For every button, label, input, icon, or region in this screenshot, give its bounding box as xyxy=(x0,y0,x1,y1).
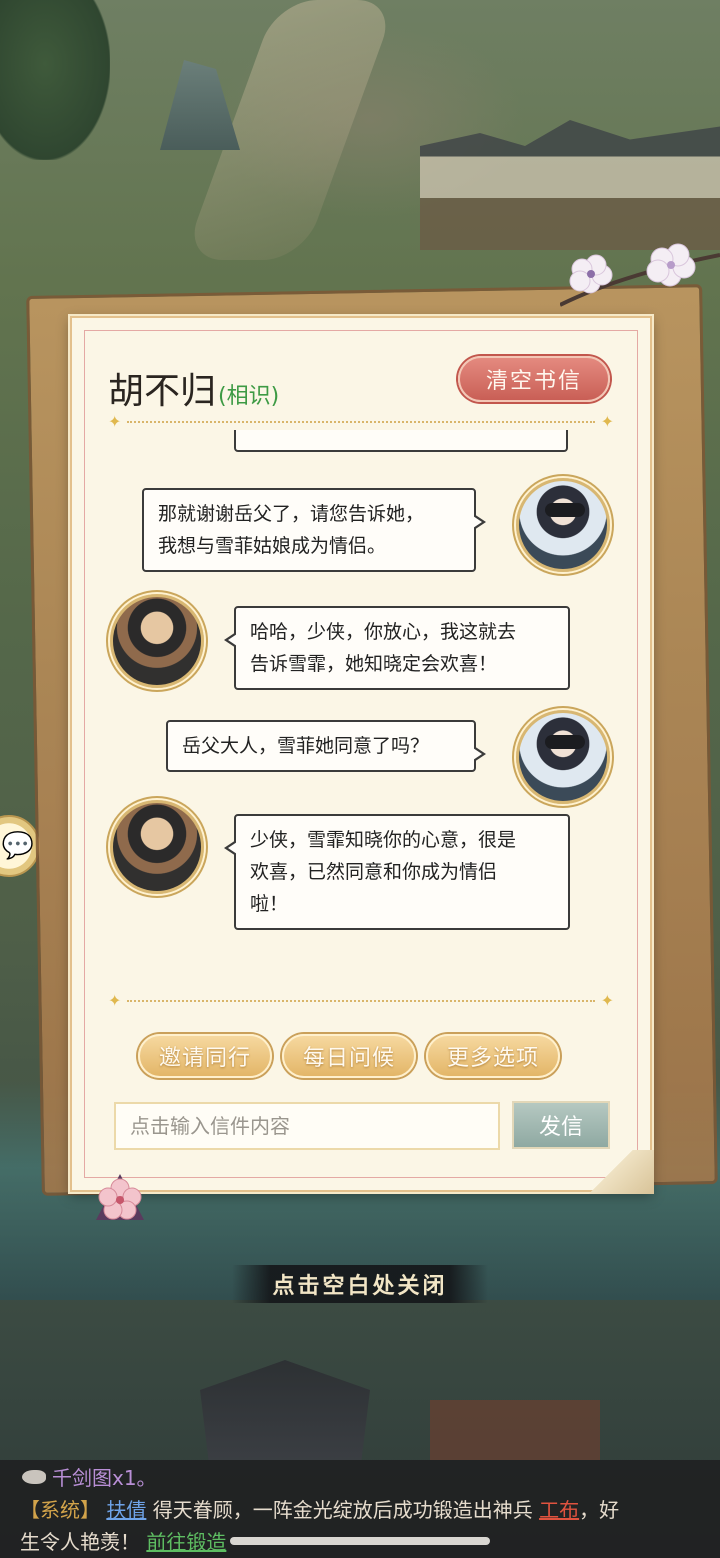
message-line: 少侠，雪霏知晓你的心意，很是 xyxy=(250,829,517,851)
home-indicator-bar[interactable] xyxy=(230,1537,490,1545)
message-line: 哈哈，少侠，你放心，我这就去 xyxy=(250,621,517,643)
plum-blossom-icon xyxy=(96,1174,144,1220)
previous-reward-text: 千剑图x1。 xyxy=(52,1466,157,1490)
message-bubble-player: 岳父大人，雪菲她同意了吗？ xyxy=(166,720,486,772)
invite-travel-button[interactable]: 邀请同行 xyxy=(138,1034,272,1078)
bottom-divider: ✦ ✦ xyxy=(108,991,614,1010)
masked-hero-avatar-icon xyxy=(545,503,585,517)
message-line: 那就谢谢岳父了，请您告诉她， xyxy=(158,503,425,525)
sparkle-icon: ✦ xyxy=(600,412,614,431)
system-tag: 【系统】 xyxy=(20,1498,100,1522)
fish-icon xyxy=(22,1470,46,1484)
bearded-swordsman-avatar-icon xyxy=(139,619,179,633)
message-line: 岳父大人，雪菲她同意了吗？ xyxy=(182,735,430,757)
message-bubble-npc: 少侠，雪霏知晓你的心意，很是 欢喜，已然同意和你成为情侣 啦！ xyxy=(224,814,570,930)
chat-bubble-icon: 💬 xyxy=(1,831,35,861)
tap-blank-to-close-hint[interactable]: 点击空白处关闭 xyxy=(232,1265,488,1303)
system-message-text: 得天眷顾，一阵金光绽放后成功锻造出神兵 xyxy=(152,1498,533,1522)
masked-hero-avatar-icon xyxy=(545,735,585,749)
village-buildings-scenery xyxy=(420,120,720,250)
goto-forge-link[interactable]: 前往锻造 xyxy=(146,1530,226,1554)
contact-name: 胡不归 xyxy=(108,371,217,412)
send-letter-button[interactable]: 发信 xyxy=(512,1101,610,1149)
gate-scenery xyxy=(430,1400,600,1460)
rock-scenery xyxy=(160,60,240,150)
message-list[interactable]: 那就谢谢岳父了，请您告诉她， 我想与雪菲姑娘成为情侣。 哈哈，少侠，你放心，我这… xyxy=(96,430,630,990)
top-divider: ✦ ✦ xyxy=(108,412,614,431)
system-log-message: 【系统】 扶倩 得天眷顾，一阵金光绽放后成功锻造出神兵 工布，好 xyxy=(20,1494,700,1526)
message-line: 欢喜，已然同意和你成为情侣 xyxy=(250,861,498,883)
clear-letters-button[interactable]: 清空书信 xyxy=(458,356,610,402)
player-name-link[interactable]: 扶倩 xyxy=(106,1498,146,1522)
tree-scenery xyxy=(0,0,110,160)
npc-avatar[interactable] xyxy=(110,594,204,688)
message-bubble-npc: 哈哈，少侠，你放心，我这就去 告诉雪霏，她知晓定会欢喜！ xyxy=(224,606,570,690)
letter-panel: 胡不归 (相识) 清空书信 ✦ ✦ 那就谢谢岳父了，请您告诉她， 我想与雪菲姑娘… xyxy=(70,316,654,1194)
npc-avatar[interactable] xyxy=(110,800,204,894)
player-avatar[interactable] xyxy=(516,478,610,572)
system-message-text: ，好 xyxy=(579,1498,620,1522)
weapon-name-link[interactable]: 工布 xyxy=(539,1498,579,1522)
more-options-button[interactable]: 更多选项 xyxy=(426,1034,560,1078)
message-line: 啦！ xyxy=(250,893,289,915)
system-log-previous-line: 千剑图x1。 xyxy=(20,1462,700,1494)
player-avatar[interactable] xyxy=(516,710,610,804)
letter-content-input[interactable] xyxy=(114,1102,500,1150)
message-line: 我想与雪菲姑娘成为情侣。 xyxy=(158,535,387,557)
relation-status: (相识) xyxy=(218,384,280,409)
sparkle-icon: ✦ xyxy=(108,412,122,431)
sparkle-icon: ✦ xyxy=(600,991,614,1010)
previous-message-bubble xyxy=(234,430,568,452)
daily-greeting-button[interactable]: 每日问候 xyxy=(282,1034,416,1078)
bearded-swordsman-avatar-icon xyxy=(139,825,179,839)
sparkle-icon: ✦ xyxy=(108,991,122,1010)
letter-page-fold xyxy=(568,1150,654,1194)
system-message-text: 生令人艳羡！ xyxy=(20,1530,140,1554)
pavilion-scenery xyxy=(200,1360,370,1460)
letter-title: 胡不归 (相识) xyxy=(108,362,279,414)
message-line: 告诉雪霏，她知晓定会欢喜！ xyxy=(250,653,498,675)
message-bubble-player: 那就谢谢岳父了，请您告诉她， 我想与雪菲姑娘成为情侣。 xyxy=(142,488,486,572)
plum-blossom-branch-icon xyxy=(560,243,720,307)
